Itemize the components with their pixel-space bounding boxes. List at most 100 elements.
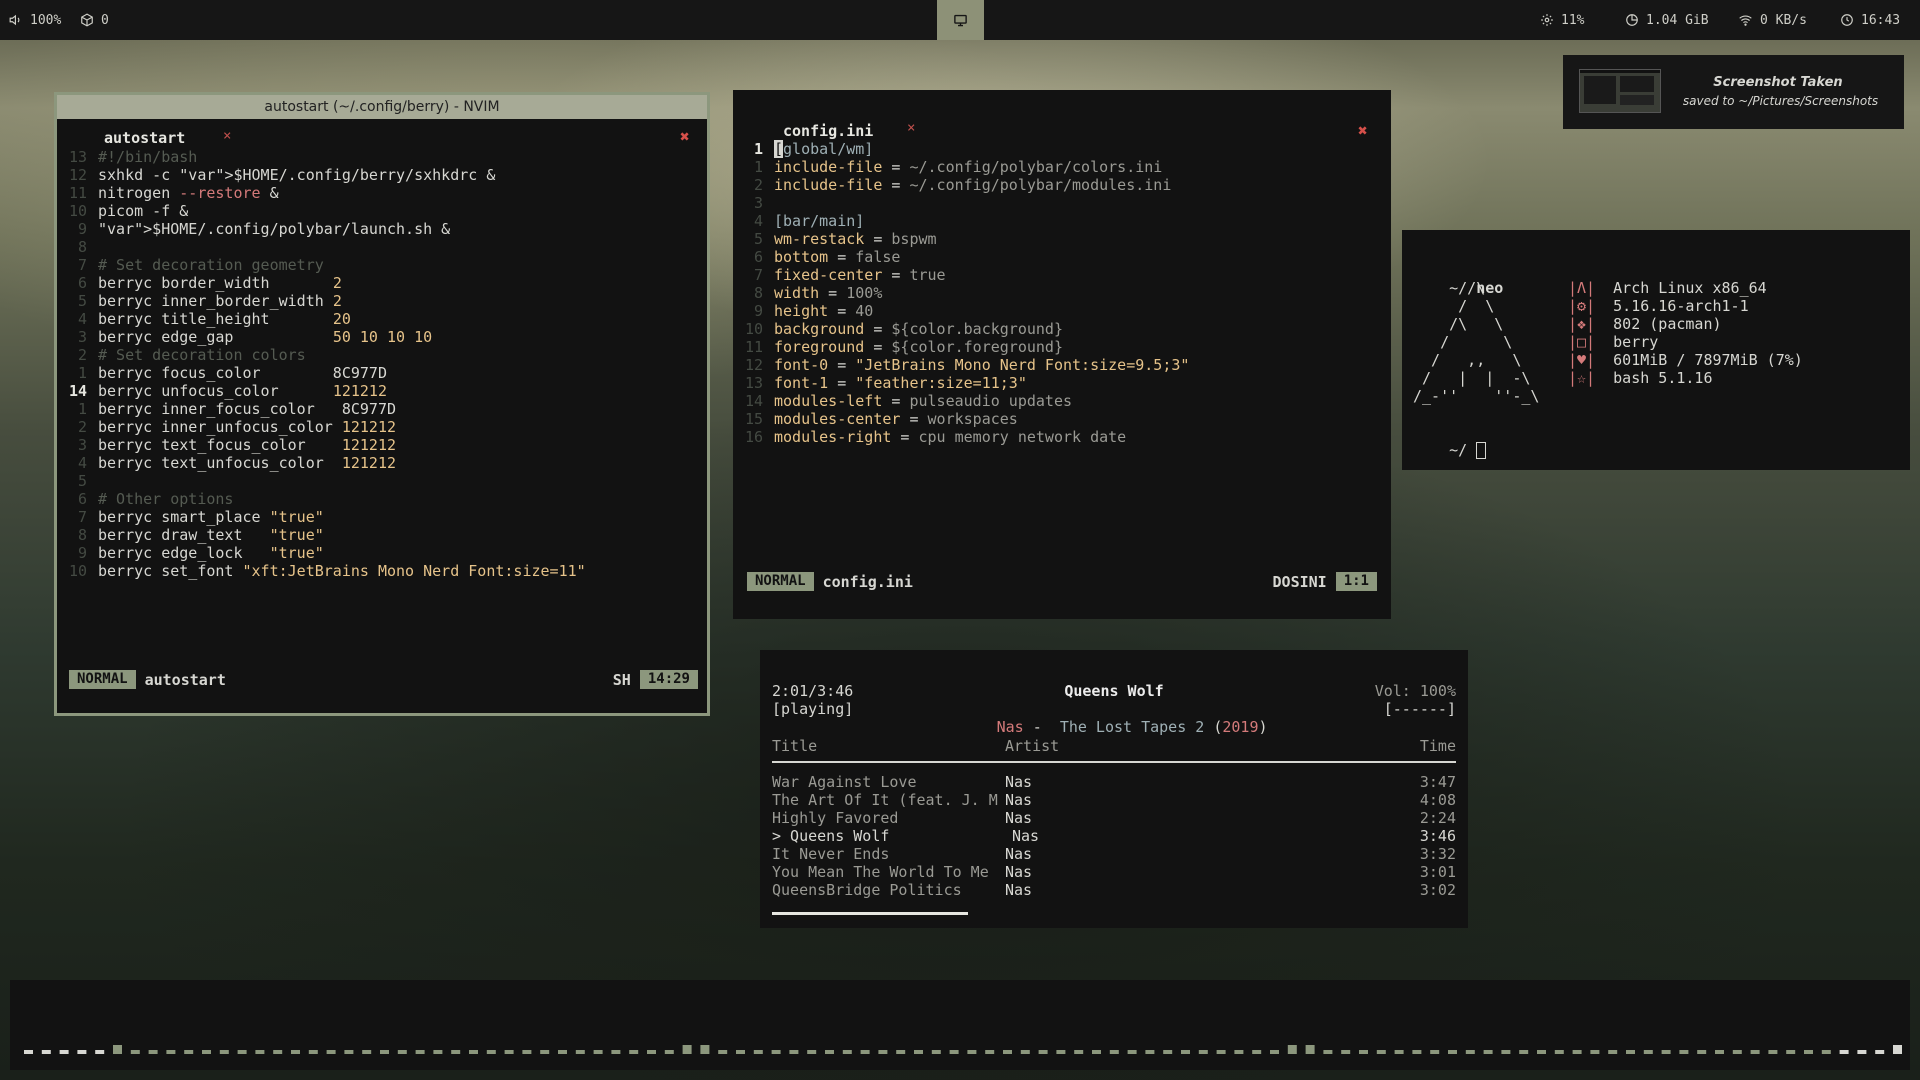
- visualizer-bar: [1661, 1050, 1671, 1054]
- tab-close-icon[interactable]: ×: [223, 128, 231, 144]
- code-line[interactable]: 9 "var">$HOME/.config/polybar/launch.sh &: [57, 220, 586, 238]
- code-line[interactable]: 7 # Set decoration geometry: [57, 256, 586, 274]
- line-number: 16: [744, 428, 763, 446]
- info-icon: |⚙|: [1568, 297, 1596, 315]
- header-title[interactable]: Title: [772, 737, 817, 755]
- code-line[interactable]: 8 width = 100%: [733, 284, 1189, 302]
- line-number: 2: [77, 346, 87, 364]
- updates-module[interactable]: 0: [80, 0, 109, 40]
- volume-module[interactable]: 100%: [9, 0, 61, 40]
- workspace-indicator[interactable]: [937, 0, 984, 40]
- updates-count: 0: [101, 12, 109, 28]
- line-number: 1: [77, 400, 87, 418]
- code-line[interactable]: 6 berryc border_width 2: [57, 274, 586, 292]
- code-line[interactable]: 8: [57, 238, 586, 256]
- screenshot-notification[interactable]: Screenshot Taken saved to ~/Pictures/Scr…: [1563, 55, 1904, 129]
- memory-module[interactable]: 1.04 GiB: [1625, 0, 1709, 40]
- ncmpcpp-window[interactable]: 2:01/3:46 [playing] Queens Wolf Nas - Th…: [760, 650, 1468, 928]
- code-line[interactable]: 14 berryc unfocus_color 121212: [57, 382, 586, 400]
- code-line[interactable]: 5: [57, 472, 586, 490]
- code-line[interactable]: 11 foreground = ${color.foreground}: [733, 338, 1189, 356]
- progress-track[interactable]: [772, 912, 1456, 915]
- code-line[interactable]: 2 include-file = ~/.config/polybar/module…: [733, 176, 1189, 194]
- code-line[interactable]: 3 berryc text_focus_color 121212: [57, 436, 586, 454]
- tab-close-icon[interactable]: ×: [907, 120, 915, 136]
- mode-indicator: NORMAL: [747, 572, 814, 591]
- line-text: berryc inner_border_width 2: [98, 292, 342, 310]
- code-line[interactable]: 9 height = 40: [733, 302, 1189, 320]
- code-line[interactable]: 13 font-1 = "feather:size=11;3": [733, 374, 1189, 392]
- line-text: modules-left = pulseaudio updates: [774, 392, 1073, 410]
- visualizer-bar: [1679, 1050, 1689, 1054]
- code-line[interactable]: 4 berryc text_unfocus_color 121212: [57, 454, 586, 472]
- code-line[interactable]: 12 font-0 = "JetBrains Mono Nerd Font:siz…: [733, 356, 1189, 374]
- nvim-autostart-window[interactable]: autostart (~/.config/berry) - NVIM autos…: [54, 92, 710, 716]
- code-area[interactable]: 13 #!/bin/bash 12 sxhkd -c "var">$HOME/.con…: [57, 148, 586, 580]
- header-artist[interactable]: Artist: [1005, 737, 1059, 755]
- now-album: The Lost Tapes 2: [1059, 718, 1205, 736]
- code-line[interactable]: 6 bottom = false: [733, 248, 1189, 266]
- visualizer-bar: [255, 1050, 265, 1054]
- code-line[interactable]: 6 # Other options: [57, 490, 586, 508]
- visualizer-bar: [949, 1050, 959, 1054]
- code-line[interactable]: 4 berryc title_height 20: [57, 310, 586, 328]
- code-line[interactable]: 3: [733, 194, 1189, 212]
- code-line[interactable]: 13 #!/bin/bash: [57, 148, 586, 166]
- nvim-config-window[interactable]: config.ini × ✖ 1 [global/wm] 1 include-file…: [733, 90, 1391, 619]
- code-line[interactable]: 1 berryc focus_color 8C977D: [57, 364, 586, 382]
- track-row[interactable]: > Queens Wolf Nas 3:46: [760, 827, 1468, 845]
- date-module[interactable]: 16:43: [1840, 0, 1900, 40]
- code-line[interactable]: 1 berryc inner_focus_color 8C977D: [57, 400, 586, 418]
- line-text: berryc title_height 20: [98, 310, 351, 328]
- visualizer-bar: [148, 1050, 158, 1054]
- code-line[interactable]: 9 berryc edge_lock "true": [57, 544, 586, 562]
- header-time[interactable]: Time: [1420, 737, 1456, 755]
- track-row[interactable]: The Art Of It (feat. J. M Nas 4:08: [760, 791, 1468, 809]
- code-line[interactable]: 5 berryc inner_border_width 2: [57, 292, 586, 310]
- window-close-icon[interactable]: ✖: [680, 127, 690, 146]
- playback-flags: [------]: [1383, 700, 1456, 718]
- playlist[interactable]: War Against Love Nas 3:47 The Art Of It (fe…: [760, 773, 1468, 899]
- code-line[interactable]: 2 berryc inner_unfocus_color 121212: [57, 418, 586, 436]
- window-titlebar[interactable]: autostart (~/.config/berry) - NVIM: [57, 95, 707, 119]
- code-line[interactable]: 7 fixed-center = true: [733, 266, 1189, 284]
- window-close-icon[interactable]: ✖: [1358, 121, 1368, 140]
- code-line[interactable]: 10 berryc set_font "xft:JetBrains Mono Ne…: [57, 562, 586, 580]
- code-line[interactable]: 10 background = ${color.background}: [733, 320, 1189, 338]
- track-row[interactable]: War Against Love Nas 3:47: [760, 773, 1468, 791]
- art-line: /_-'' ''-_\: [1413, 387, 1540, 405]
- visualizer-bar: [415, 1050, 425, 1054]
- code-area[interactable]: 1 [global/wm] 1 include-file = ~/.config/po…: [733, 140, 1189, 446]
- code-line[interactable]: 14 modules-left = pulseaudio updates: [733, 392, 1189, 410]
- code-line[interactable]: 8 berryc draw_text "true": [57, 526, 586, 544]
- track-row[interactable]: Highly Favored Nas 2:24: [760, 809, 1468, 827]
- visualizer-bar: [896, 1050, 906, 1054]
- track-row[interactable]: It Never Ends Nas 3:32: [760, 845, 1468, 863]
- code-line[interactable]: 3 berryc edge_gap 50 10 10 10: [57, 328, 586, 346]
- code-line[interactable]: 16 modules-right = cpu memory network dat…: [733, 428, 1189, 446]
- code-line[interactable]: 10 picom -f &: [57, 202, 586, 220]
- track-row[interactable]: You Mean The World To Me Nas 3:01: [760, 863, 1468, 881]
- tab-config[interactable]: config.ini: [783, 122, 873, 140]
- code-line[interactable]: 1 [global/wm]: [733, 140, 1189, 158]
- info-row: |□| berry: [1568, 333, 1803, 351]
- visualizer-bar: [1626, 1050, 1635, 1054]
- network-module[interactable]: 0 KB/s: [1738, 0, 1807, 40]
- code-line[interactable]: 1 include-file = ~/.config/polybar/colors…: [733, 158, 1189, 176]
- code-line[interactable]: 2 # Set decoration colors: [57, 346, 586, 364]
- code-line[interactable]: 4 [bar/main]: [733, 212, 1189, 230]
- art-line: / | | -\: [1413, 369, 1531, 387]
- code-line[interactable]: 15 modules-center = workspaces: [733, 410, 1189, 428]
- code-line[interactable]: 11 nitrogen --restore &: [57, 184, 586, 202]
- code-line[interactable]: 7 berryc smart_place "true": [57, 508, 586, 526]
- track-row[interactable]: QueensBridge Politics Nas 3:02: [760, 881, 1468, 899]
- line-number: 9: [77, 220, 87, 238]
- line-number: 8: [77, 526, 87, 544]
- code-line[interactable]: 12 sxhkd -c "var">$HOME/.config/berry/sxh…: [57, 166, 586, 184]
- prompt-line-2[interactable]: ~/: [1413, 423, 1487, 477]
- cpu-module[interactable]: 11%: [1540, 0, 1584, 40]
- code-line[interactable]: 5 wm-restack = bspwm: [733, 230, 1189, 248]
- tab-autostart[interactable]: autostart: [104, 129, 185, 147]
- terminal-window[interactable]: ~/ neo /\ / \ /\ \ / \ / ,, \ / | | -\/_…: [1402, 230, 1910, 470]
- visualizer-bar: [1875, 1050, 1885, 1054]
